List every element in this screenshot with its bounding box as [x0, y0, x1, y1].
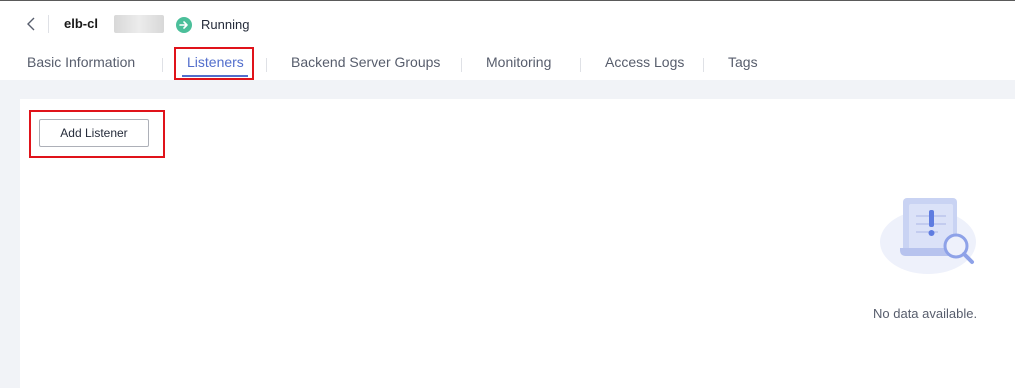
empty-state-text: No data available.	[873, 306, 978, 321]
tab-separator	[266, 58, 267, 72]
tab-separator	[703, 58, 704, 72]
tab-listeners[interactable]: Listeners	[187, 54, 244, 70]
listeners-panel	[20, 99, 1015, 388]
tab-separator	[580, 58, 581, 72]
name-redaction-mask	[114, 15, 164, 33]
empty-document-search-icon	[878, 192, 982, 278]
title-divider	[48, 15, 49, 33]
active-tab-indicator	[182, 75, 248, 77]
chevron-left-icon[interactable]	[24, 15, 40, 33]
status-label: Running	[201, 17, 250, 32]
add-listener-button[interactable]: Add Listener	[39, 119, 149, 147]
tab-access-logs[interactable]: Access Logs	[605, 54, 684, 70]
tab-separator	[461, 58, 462, 72]
tab-separator	[162, 58, 163, 72]
tab-basic-information[interactable]: Basic Information	[27, 54, 135, 70]
page-header: elb-clc Running Basic Information Listen…	[0, 0, 1015, 81]
arrow-right-circle-icon	[176, 17, 192, 33]
tab-monitoring[interactable]: Monitoring	[486, 54, 551, 70]
tab-bar: Basic Information Listeners Backend Serv…	[0, 46, 1015, 80]
tab-tags[interactable]: Tags	[728, 54, 758, 70]
tab-backend-server-groups[interactable]: Backend Server Groups	[291, 54, 440, 70]
